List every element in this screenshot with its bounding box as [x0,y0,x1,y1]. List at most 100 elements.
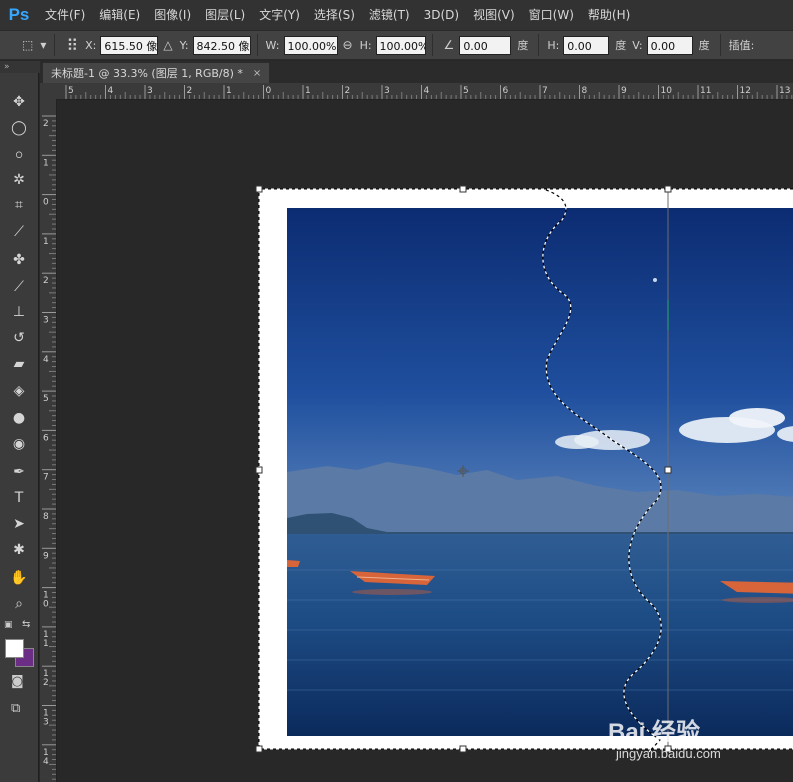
menu-item[interactable]: 帮助(H) [581,0,637,30]
clone-stamp-icon[interactable]: ⊥ [8,301,30,323]
menu-item[interactable]: 图像(I) [147,0,198,30]
panel-collapse-button[interactable]: » [0,61,40,73]
ruler-label: 9 [621,86,627,96]
ruler-label: 13 [779,86,790,96]
divider [54,34,56,56]
y-input[interactable]: 842.50 像 [192,35,251,55]
handle-top-right[interactable] [664,185,672,193]
dodge-icon[interactable]: ◉ [8,433,30,455]
ruler-label: 3 [43,718,49,728]
menu-item[interactable]: 3D(D) [417,0,466,30]
link-icon[interactable]: ⊖ [343,38,353,52]
tool-preset-dropdown-icon[interactable]: ▾ [40,38,46,52]
menu-item[interactable]: 窗口(W) [522,0,581,30]
horizontal-skew-unit: 度 [615,39,627,52]
horizontal-skew-input[interactable]: 0.00 [563,35,610,55]
vertical-ruler-ticks: 2101234567891011121314 [42,115,56,780]
crop-icon[interactable]: ⌗ [8,194,30,216]
screen-mode-icon[interactable]: ⧉ [11,701,20,716]
ruler-label: 6 [503,86,509,96]
ruler-label: 5 [43,394,49,404]
paint-bucket-icon[interactable]: ◈ [8,380,30,402]
ruler-label: 0 [266,86,272,96]
horizontal-ruler-ticks: 5 4 3 2 1 0 1 2 3 4 5 6 7 8 9 10 11 12 13 [65,85,793,99]
menu-item[interactable]: 编辑(E) [92,0,147,30]
angle-input[interactable]: 0.00 [459,35,512,55]
handle-middle-right[interactable] [664,466,672,474]
handle-middle-left[interactable] [255,466,263,474]
move-tool-icon[interactable]: ✥ [8,91,30,113]
handle-top-center[interactable] [459,185,467,193]
eyedropper-icon[interactable]: ⟋ [8,221,30,243]
watermark-brand: Bai 经验 [608,719,701,746]
handle-bottom-center[interactable] [459,745,467,753]
reference-point-icon[interactable]: ⠿ [66,36,78,55]
vertical-skew-input[interactable]: 0.00 [646,35,693,55]
ruler-label: 2 [43,119,49,129]
ruler-label: 2 [43,678,49,688]
ruler-label: 1 [226,86,232,96]
x-label: X: [85,38,97,52]
document-tab-strip: 未标题-1 @ 33.3% (图层 1, RGB/8) * × [40,61,793,83]
history-brush-icon[interactable]: ↺ [8,327,30,349]
options-bar: ⬚ ▾ ⠿ X: 615.50 像 △ Y: 842.50 像 W: 100.0… [0,30,793,60]
menu-item[interactable]: 图层(L) [198,0,252,30]
menu-item[interactable]: 滤镜(T) [362,0,417,30]
quick-mask-icon[interactable]: ◙ [11,674,24,689]
custom-shape-icon[interactable]: ✱ [8,539,30,561]
ruler-label: 4 [108,86,114,96]
canvas-area[interactable]: Bai 经验 jingyan.baidu.com [57,100,793,782]
angle-unit: 度 [517,39,529,52]
document-canvas[interactable] [57,100,793,782]
eraser-icon[interactable]: ▰ [8,353,30,375]
blur-icon[interactable]: ● [8,407,30,429]
relative-position-icon[interactable]: △ [163,38,172,52]
type-icon[interactable]: T [8,487,30,509]
transform-tool-icon[interactable]: ⬚ [22,38,33,52]
ruler-label: 7 [43,473,49,483]
ruler-label: 4 [43,757,49,767]
handle-top-left[interactable] [255,185,263,193]
ruler-label: 0 [43,600,49,610]
baidu-watermark: Bai 经验 jingyan.baidu.com [608,712,758,772]
default-colors-icon[interactable]: ▣ [4,620,13,630]
ruler-label: 3 [384,86,390,96]
document-tab[interactable]: 未标题-1 @ 33.3% (图层 1, RGB/8) * × [43,63,270,83]
pen-icon[interactable]: ✒ [8,461,30,483]
menu-item[interactable]: 文字(Y) [252,0,307,30]
close-icon[interactable]: × [253,68,261,79]
height-input[interactable]: 100.00% [375,35,426,55]
zoom-icon[interactable]: ⌕ [8,593,30,615]
ruler-label: 12 [740,86,751,96]
ruler-label: 5 [68,86,74,96]
healing-brush-icon[interactable]: ✤ [8,249,30,271]
magic-wand-icon[interactable]: ✲ [8,169,30,191]
path-selection-icon[interactable]: ➤ [8,513,30,535]
ruler-label: 11 [700,86,711,96]
menu-item[interactable]: 文件(F) [38,0,92,30]
brush-icon[interactable]: ⟋ [8,276,30,298]
tools-panel: ▣ ⇆ ◙ ⧉ ✥ ◯ ဝ ✲ ⌗ ⟋ ✤ ⟋ ⊥ ↺ ▰ ◈ ● ◉ ✒ T ➤ ✱ ✋ ⌕ [0,73,39,782]
elliptical-marquee-icon[interactable]: ◯ [8,117,30,139]
hand-icon[interactable]: ✋ [8,567,30,589]
watermark-url: jingyan.baidu.com [616,746,721,761]
horizontal-ruler: 5 4 3 2 1 0 1 2 3 4 5 6 7 8 9 10 11 12 13 [40,83,793,100]
vertical-ruler: 2101234567891011121314 [40,99,57,782]
vertical-skew-unit: 度 [698,39,710,52]
ruler-label: 0 [43,198,49,208]
menu-item[interactable]: 视图(V) [466,0,522,30]
ruler-label: 1 [43,639,49,649]
x-input[interactable]: 615.50 像 [100,35,159,55]
ruler-label: 1 [43,237,49,247]
y-label: Y: [179,38,189,52]
interpolation-label: 插值: [728,39,755,52]
lake-photo [287,208,793,736]
vertical-skew-label: V: [632,38,643,52]
menu-item[interactable]: 选择(S) [307,0,362,30]
divider [256,34,258,56]
width-input[interactable]: 100.00% [283,35,338,55]
lasso-icon[interactable]: ဝ [8,143,30,165]
swap-colors-icon[interactable]: ⇆ [22,619,30,630]
handle-bottom-left[interactable] [255,745,263,753]
foreground-color-swatch[interactable] [5,639,24,658]
